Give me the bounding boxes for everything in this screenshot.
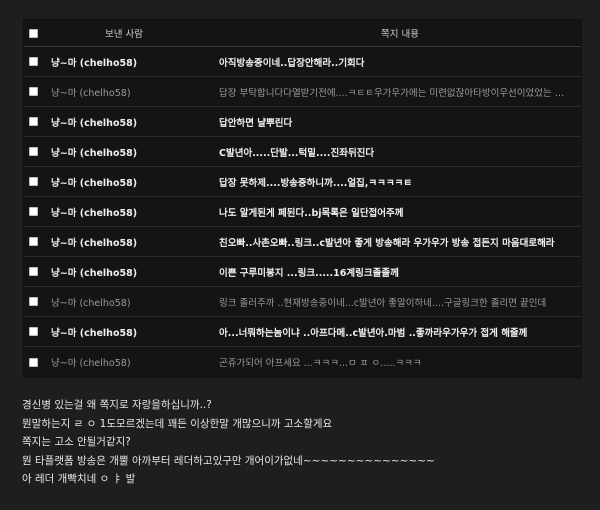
row-sender[interactable]: 냥~마 (chelho58) [51,325,219,339]
row-sender[interactable]: 냥~마 (chelho58) [51,175,219,189]
row-checkbox[interactable] [29,267,38,276]
table-row[interactable]: 냥~마 (chelho58) 링크 졸러주까 ..현재방송중이네...c발년아 … [24,287,581,317]
row-content[interactable]: 아직방송중이네..답장안해라..기회다 [219,55,581,69]
table-row[interactable]: 냥~마 (chelho58) 아직방송중이네..답장안해라..기회다 [24,47,581,77]
row-content[interactable]: 나도 알게된게 페된다..bj목록은 일단접어주께 [219,205,581,219]
table-row[interactable]: 냥~마 (chelho58) 답안하면 냘뿌린다 [24,107,581,137]
row-sender[interactable]: 냥~마 (chelho58) [51,145,219,159]
page: 보낸 사람 쪽지 내용 냥~마 (chelho58) 아직방송중이네..답장안해… [0,0,600,510]
row-checkbox[interactable] [29,207,38,216]
row-checkbox[interactable] [29,357,38,367]
row-content[interactable]: 이쁜 구루미봉지 ...링크.....16계링크졸졸께 [219,265,581,279]
comment-text: 경신병 있는걸 왜 쪽지로 자랑을하십니까..? 뭔말하는지 ㄹ ㅇ 1도모르겠… [22,396,582,489]
row-sender[interactable]: 냥~마 (chelho58) [51,235,219,249]
row-checkbox[interactable] [29,327,38,336]
row-sender[interactable]: 냥~마 (chelho58) [51,85,219,99]
table-row[interactable]: 냥~마 (chelho58) 곤쥬가되어 아프세요 ...ㅋㅋㅋ...ㅁ ㅍ ㅇ… [24,347,581,377]
row-content[interactable]: 아...너뭐하는놈이냐 ..아프다메..c발년아.마범 ..좋까라우가우가 접게… [219,325,581,339]
select-all-checkbox[interactable] [29,28,38,38]
comment-line: 아 레더 개빡치네 ㅇ ㅑ 발 [22,473,136,485]
row-checkbox[interactable] [29,147,38,156]
comment-line: 뭔말하는지 ㄹ ㅇ 1도모르겠는데 꽤든 이상한말 개많으니까 고소할게요 [22,417,333,430]
table-header: 보낸 사람 쪽지 내용 [24,20,581,47]
row-sender[interactable]: 냥~마 (chelho58) [51,355,219,369]
row-sender[interactable]: 냥~마 (chelho58) [51,55,219,69]
row-sender[interactable]: 냥~마 (chelho58) [51,295,219,309]
comment-line: 쪽지는 고소 안될거같지? [22,436,131,448]
row-content[interactable]: C발년아.....단발...턱밑....진좌뒤진다 [219,145,581,159]
row-checkbox[interactable] [29,57,38,66]
comment-line: 뭔 타플랫폼 방송은 개뿔 아까부터 레더하고있구만 개어이가없네~~~~~~~… [22,454,435,467]
row-content[interactable]: 답안하면 냘뿌린다 [219,115,581,129]
row-checkbox[interactable] [29,177,38,186]
header-sender: 보낸 사람 [105,29,143,40]
table-row[interactable]: 냥~마 (chelho58) C발년아.....단발...턱밑....진좌뒤진다 [24,137,581,167]
table-row[interactable]: 냥~마 (chelho58) 아...너뭐하는놈이냐 ..아프다메..c발년아.… [24,317,581,347]
row-content[interactable]: 곤쥬가되어 아프세요 ...ㅋㅋㅋ...ㅁ ㅍ ㅇ.....ㅋㅋㅋ [219,355,581,369]
row-checkbox[interactable] [29,237,38,246]
row-content[interactable]: 링크 졸러주까 ..현재방송중이네...c발년아 좋알이하네....구글링크한 … [219,295,581,309]
comment-line: 경신병 있는걸 왜 쪽지로 자랑을하십니까..? [22,399,212,411]
row-sender[interactable]: 냥~마 (chelho58) [51,265,219,279]
row-sender[interactable]: 냥~마 (chelho58) [51,205,219,219]
table-row[interactable]: 냥~마 (chelho58) 답장 부탁합니다다열받기전에....ㅋㅌㅌ우가우가… [24,77,581,107]
header-content: 쪽지 내용 [381,29,419,40]
message-table: 보낸 사람 쪽지 내용 냥~마 (chelho58) 아직방송중이네..답장안해… [23,19,582,378]
table-row[interactable]: 냥~마 (chelho58) 이쁜 구루미봉지 ...링크.....16계링크졸… [24,257,581,287]
row-content[interactable]: 친오빠..사촌오빠..링크..c발년아 좋게 방송해라 우가우가 방송 접든지 … [219,235,581,249]
table-row[interactable]: 냥~마 (chelho58) 나도 알게된게 페된다..bj목록은 일단접어주께 [24,197,581,227]
table-row[interactable]: 냥~마 (chelho58) 친오빠..사촌오빠..링크..c발년아 좋게 방송… [24,227,581,257]
table-row[interactable]: 냥~마 (chelho58) 답장 못하제....방송중하니까....얼집,ㅋㅋ… [24,167,581,197]
row-sender[interactable]: 냥~마 (chelho58) [51,115,219,129]
row-content[interactable]: 답장 못하제....방송중하니까....얼집,ㅋㅋㅋㅋㅌ [219,175,581,189]
row-checkbox[interactable] [29,297,38,306]
row-content[interactable]: 답장 부탁합니다다열받기전에....ㅋㅌㅌ우가우가에는 미련없잖아타방이우선이었… [219,85,581,99]
select-all-cell [24,28,51,38]
row-checkbox[interactable] [29,87,38,96]
row-checkbox[interactable] [29,117,38,126]
